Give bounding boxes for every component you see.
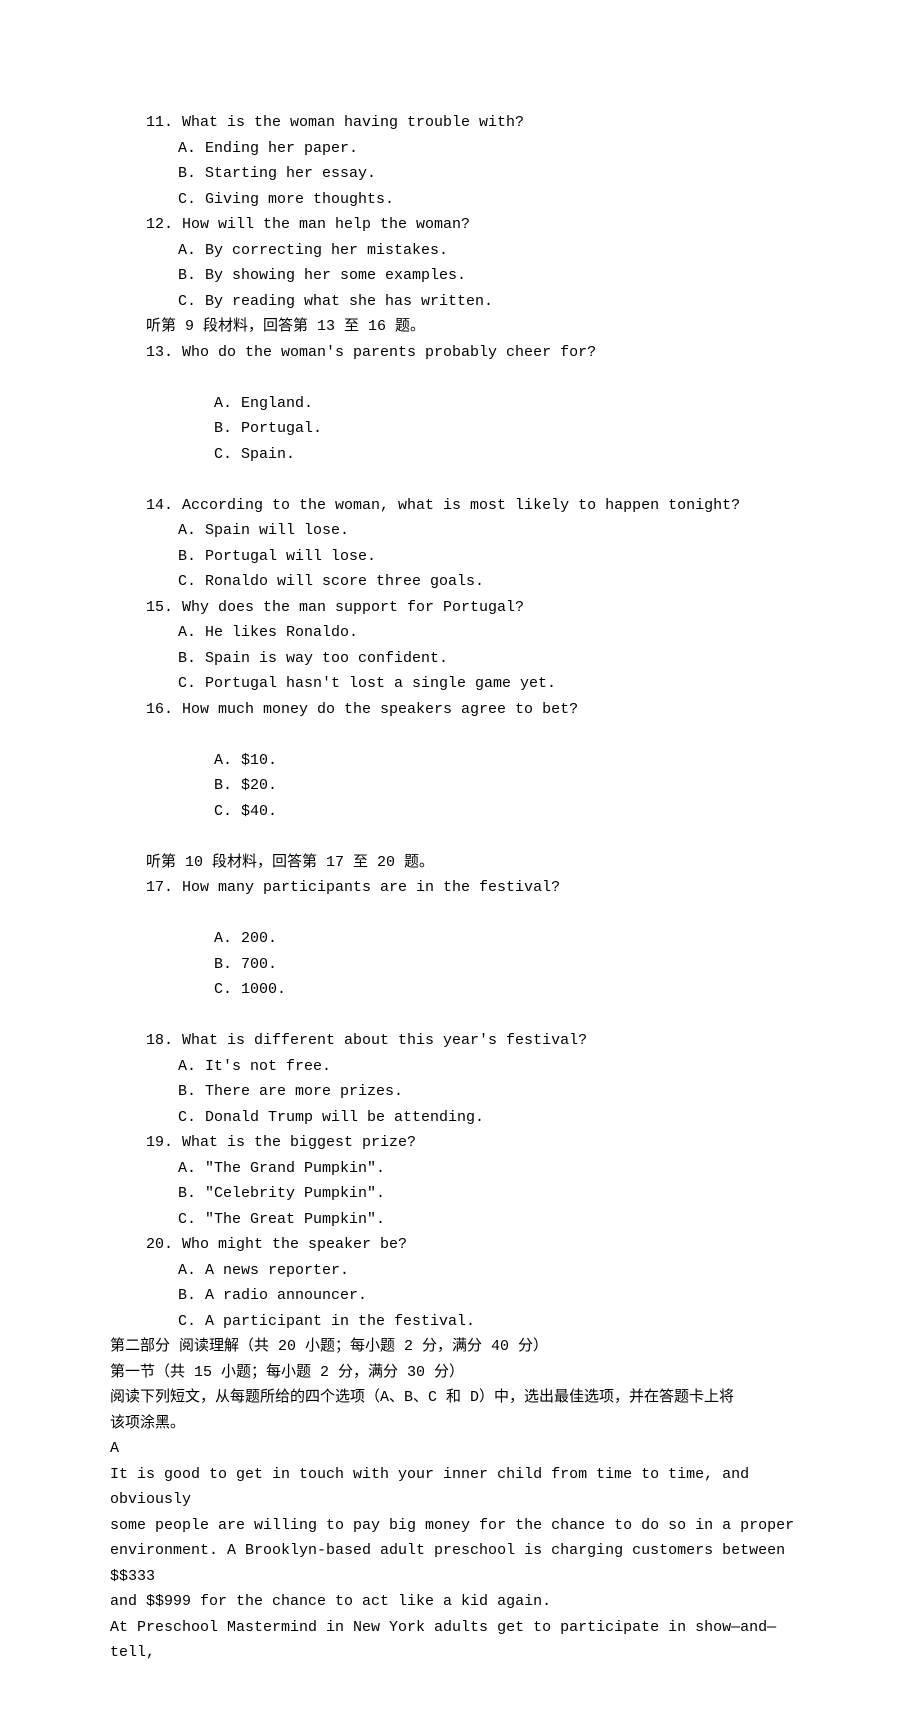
q20-stem: 20. Who might the speaker be? [110, 1232, 810, 1258]
q19-option-a: A. "The Grand Pumpkin". [110, 1156, 810, 1182]
q17-options: A. 200. B. 700. C. 1000. [110, 901, 810, 1029]
passage-line-1: It is good to get in touch with your inn… [110, 1462, 810, 1513]
passage-line-5: At Preschool Mastermind in New York adul… [110, 1615, 810, 1666]
q17-option-a: A. 200. [214, 926, 419, 952]
q11-option-b: B. Starting her essay. [110, 161, 810, 187]
q12-option-a: A. By correcting her mistakes. [110, 238, 810, 264]
q12-option-c: C. By reading what she has written. [110, 289, 810, 315]
exam-page: 11. What is the woman having trouble wit… [0, 0, 920, 1726]
q14-option-b: B. Portugal will lose. [110, 544, 810, 570]
q16-option-a: A. $10. [214, 748, 419, 774]
q17-option-b: B. 700. [214, 952, 434, 978]
q11-option-c: C. Giving more thoughts. [110, 187, 810, 213]
q14-option-c: C. Ronaldo will score three goals. [110, 569, 810, 595]
q16-options: A. $10. B. $20. C. $40. [110, 722, 810, 850]
q13-stem: 13. Who do the woman's parents probably … [110, 340, 810, 366]
q17-stem: 17. How many participants are in the fes… [110, 875, 810, 901]
section-9-header: 听第 9 段材料，回答第 13 至 16 题。 [110, 314, 810, 340]
q16-option-c: C. $40. [214, 799, 277, 825]
part2-instruction-line1: 阅读下列短文，从每题所给的四个选项（A、B、C 和 D）中，选出最佳选项，并在答… [110, 1385, 810, 1411]
q13-options: A. England. B. Portugal. C. Spain. [110, 365, 810, 493]
q19-option-b: B. "Celebrity Pumpkin". [110, 1181, 810, 1207]
q13-option-c: C. Spain. [214, 442, 295, 468]
q17-option-c: C. 1000. [214, 977, 286, 1003]
q20-option-b: B. A radio announcer. [110, 1283, 810, 1309]
q20-option-a: A. A news reporter. [110, 1258, 810, 1284]
q15-stem: 15. Why does the man support for Portuga… [110, 595, 810, 621]
q18-option-a: A. It's not free. [110, 1054, 810, 1080]
part2-instruction-line2: 该项涂黑。 [110, 1411, 810, 1437]
q15-option-b: B. Spain is way too confident. [110, 646, 810, 672]
q16-stem: 16. How much money do the speakers agree… [110, 697, 810, 723]
q16-option-b: B. $20. [214, 773, 434, 799]
q19-stem: 19. What is the biggest prize? [110, 1130, 810, 1156]
q20-option-c: C. A participant in the festival. [110, 1309, 810, 1335]
q13-option-b: B. Portugal. [214, 416, 434, 442]
section-10-header: 听第 10 段材料，回答第 17 至 20 题。 [110, 850, 810, 876]
q13-option-a: A. England. [214, 391, 419, 417]
q11-stem: 11. What is the woman having trouble wit… [110, 110, 810, 136]
q18-option-b: B. There are more prizes. [110, 1079, 810, 1105]
q19-option-c: C. "The Great Pumpkin". [110, 1207, 810, 1233]
q14-stem: 14. According to the woman, what is most… [110, 493, 810, 519]
q11-option-a: A. Ending her paper. [110, 136, 810, 162]
q15-option-a: A. He likes Ronaldo. [110, 620, 810, 646]
part2-header: 第二部分 阅读理解（共 20 小题；每小题 2 分，满分 40 分） [110, 1334, 810, 1360]
q18-stem: 18. What is different about this year's … [110, 1028, 810, 1054]
passage-line-2: some people are willing to pay big money… [110, 1513, 810, 1539]
part2-subheader: 第一节（共 15 小题；每小题 2 分，满分 30 分） [110, 1360, 810, 1386]
passage-label-a: A [110, 1436, 810, 1462]
passage-line-3: environment. A Brooklyn-based adult pres… [110, 1538, 810, 1589]
passage-line-4: and $$999 for the chance to act like a k… [110, 1589, 810, 1615]
q15-option-c: C. Portugal hasn't lost a single game ye… [110, 671, 810, 697]
q12-stem: 12. How will the man help the woman? [110, 212, 810, 238]
q12-option-b: B. By showing her some examples. [110, 263, 810, 289]
q14-option-a: A. Spain will lose. [110, 518, 810, 544]
q18-option-c: C. Donald Trump will be attending. [110, 1105, 810, 1131]
